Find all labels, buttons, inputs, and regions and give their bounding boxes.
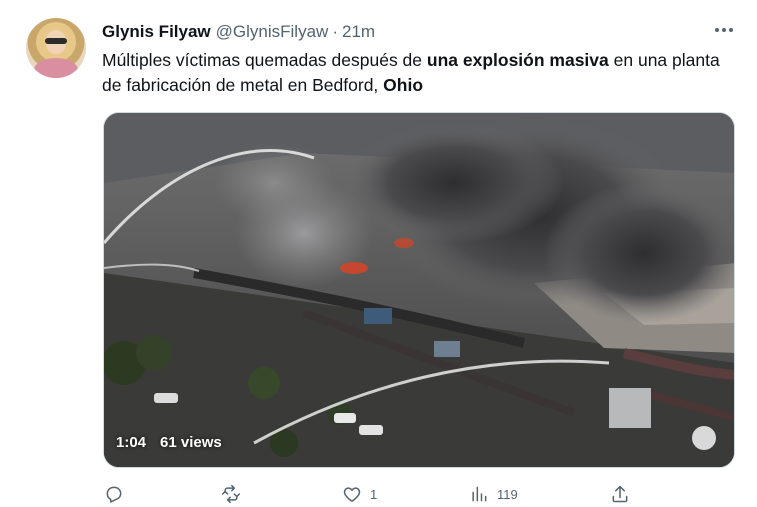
views-count: 119 (497, 486, 518, 502)
video-views: 61 views (160, 433, 222, 451)
share-button[interactable] (610, 484, 630, 504)
tweet-text: Múltiples víctimas quemadas después de u… (102, 48, 732, 98)
share-icon (612, 485, 628, 503)
retweet-icon (221, 484, 241, 504)
video-frame (104, 113, 734, 467)
retweet-button[interactable] (221, 484, 249, 504)
reply-icon (106, 486, 122, 503)
tweet-header: Glynis Filyaw @GlynisFilyaw · 21m (102, 22, 375, 44)
video-player[interactable]: 1:04 61 views (103, 112, 735, 468)
avatar[interactable] (26, 18, 86, 78)
tweet[interactable]: Glynis Filyaw @GlynisFilyaw · 21m Múltip… (0, 0, 757, 507)
tweet-text-bold: una explosión masiva (426, 50, 609, 70)
views-button[interactable]: 119 (469, 484, 518, 504)
tweet-text-part: Múltiples víctimas quemadas después de (102, 50, 427, 70)
bar-chart-icon (472, 486, 487, 502)
tweet-text-bold: Ohio (383, 75, 424, 95)
video-overlay: 1:04 61 views (116, 429, 222, 455)
header-separator: · (332, 22, 338, 41)
reply-button[interactable] (104, 484, 132, 504)
author-name[interactable]: Glynis Filyaw (102, 22, 211, 42)
like-button[interactable]: 1 (342, 484, 377, 504)
avatar-shirt (34, 58, 78, 78)
more-horizontal-icon[interactable] (710, 20, 738, 40)
tweet-actions: 1 119 (102, 484, 642, 507)
tweet-time[interactable]: 21m (342, 22, 375, 42)
video-duration: 1:04 (116, 433, 147, 451)
like-count: 1 (370, 486, 378, 502)
avatar-glasses (45, 38, 67, 44)
heart-icon (343, 487, 361, 502)
author-handle[interactable]: @GlynisFilyaw (216, 22, 329, 42)
